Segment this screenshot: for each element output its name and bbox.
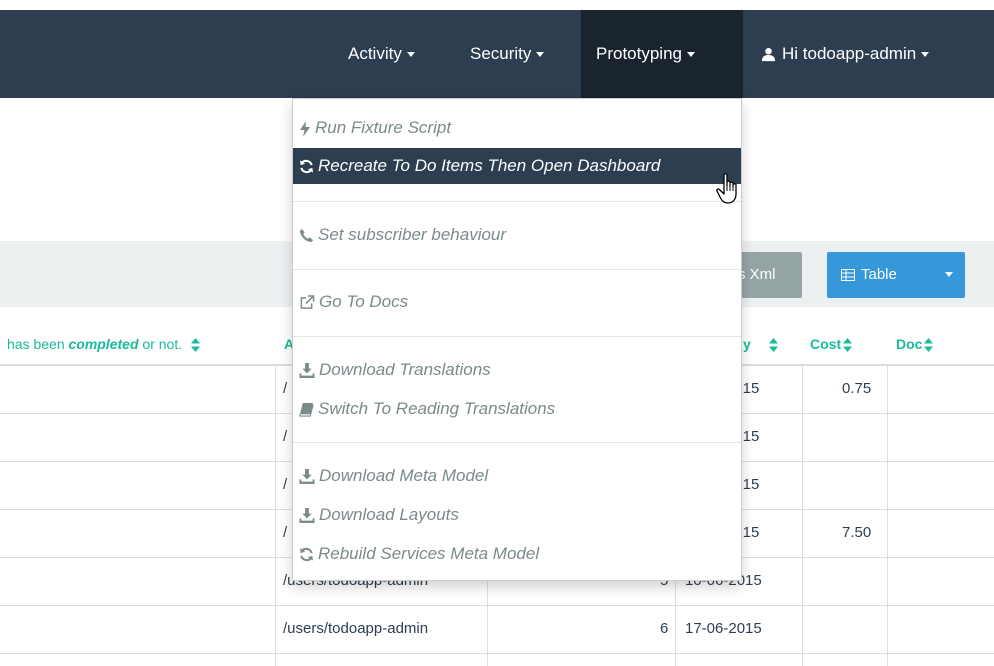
chevron-down-icon bbox=[921, 52, 930, 58]
cell-cost: 7.50 bbox=[842, 524, 872, 541]
menu-item-switch-to-reading-translations[interactable]: Switch To Reading Translations bbox=[293, 391, 741, 427]
cell-seq: 6 bbox=[660, 620, 669, 637]
sort-icon bbox=[924, 338, 934, 353]
column-header-complete[interactable]: has been completed or not. bbox=[7, 336, 200, 353]
bolt-icon bbox=[300, 120, 310, 137]
menu-item-label: Go To Docs bbox=[319, 292, 409, 311]
menu-divider bbox=[293, 269, 741, 270]
menu-item-label: Download Translations bbox=[319, 360, 491, 379]
nav-user-label: Hi todoapp-admin bbox=[782, 44, 917, 63]
menu-item-recreate-todo-items[interactable]: Recreate To Do Items Then Open Dashboard bbox=[293, 148, 741, 184]
chevron-down-icon bbox=[687, 52, 695, 58]
cell-atpath: / bbox=[283, 428, 288, 445]
cell-cost: 0.75 bbox=[842, 380, 872, 397]
menu-item-label: Run Fixture Script bbox=[315, 118, 452, 137]
sort-icon bbox=[191, 338, 200, 353]
menu-divider bbox=[293, 336, 741, 337]
cell-atpath: /users/todoapp-admin bbox=[283, 620, 429, 637]
cell-date: 17-06-2015 bbox=[685, 620, 762, 637]
table-view-label: Table bbox=[861, 266, 897, 283]
chevron-down-icon bbox=[406, 52, 415, 58]
menu-item-go-to-docs[interactable]: Go To Docs bbox=[293, 284, 741, 320]
header-complete-em: completed bbox=[68, 336, 139, 352]
nav-prototyping-label: Prototyping bbox=[596, 44, 682, 63]
external-link-icon bbox=[300, 295, 315, 309]
chevron-down-icon bbox=[536, 52, 545, 58]
menu-item-label: Download Layouts bbox=[319, 505, 459, 524]
menu-item-label: Rebuild Services Meta Model bbox=[318, 544, 540, 563]
download-icon bbox=[299, 469, 315, 485]
book-icon bbox=[299, 402, 314, 417]
top-strip bbox=[0, 0, 994, 10]
user-icon bbox=[761, 47, 776, 62]
navbar: Activity Security Prototyping Hi todoapp… bbox=[0, 10, 994, 98]
column-divider bbox=[802, 366, 803, 666]
column-divider bbox=[887, 366, 888, 666]
table-view-content: Table bbox=[841, 252, 897, 298]
nav-security-label: Security bbox=[470, 44, 532, 63]
menu-item-rebuild-services-meta-model[interactable]: Rebuild Services Meta Model bbox=[293, 536, 741, 572]
menu-item-download-translations[interactable]: Download Translations bbox=[293, 352, 741, 388]
menu-item-label: Set subscriber behaviour bbox=[318, 225, 507, 244]
menu-item-run-fixture-script[interactable]: Run Fixture Script bbox=[293, 110, 741, 146]
cell-atpath: / bbox=[283, 380, 288, 397]
column-divider bbox=[275, 366, 276, 666]
nav-user[interactable]: Hi todoapp-admin bbox=[761, 10, 930, 98]
header-cost-label: Cost bbox=[810, 336, 842, 352]
phone-icon bbox=[299, 228, 314, 243]
hand-cursor-icon bbox=[716, 173, 737, 204]
download-icon bbox=[299, 508, 315, 524]
cell-atpath: / bbox=[283, 524, 288, 541]
menu-item-set-subscriber-behaviour[interactable]: Set subscriber behaviour bbox=[293, 217, 741, 253]
header-complete-suffix: or not. bbox=[138, 336, 183, 352]
download-xml-label: s Xml bbox=[738, 266, 776, 283]
menu-divider bbox=[293, 442, 741, 443]
prototyping-dropdown-menu: Run Fixture Script Recreate To Do Items … bbox=[292, 98, 742, 581]
nav-activity-label: Activity bbox=[348, 44, 402, 63]
cell-atpath: / bbox=[283, 476, 288, 493]
menu-item-download-meta-model[interactable]: Download Meta Model bbox=[293, 458, 741, 494]
sort-icon bbox=[768, 338, 778, 353]
menu-item-download-layouts[interactable]: Download Layouts bbox=[293, 497, 741, 533]
nav-security[interactable]: Security bbox=[470, 10, 545, 98]
column-header-duedate[interactable]: y bbox=[743, 336, 778, 353]
table-row[interactable]: /users/todoapp-admin 6 17-06-2015 bbox=[0, 606, 994, 654]
header-doc-label: Doc bbox=[896, 336, 923, 352]
menu-divider bbox=[293, 201, 741, 202]
table-icon bbox=[841, 269, 855, 282]
header-duedate-label: y bbox=[743, 336, 751, 352]
download-icon bbox=[299, 363, 315, 379]
refresh-icon bbox=[299, 159, 314, 174]
menu-item-label: Switch To Reading Translations bbox=[318, 399, 556, 418]
refresh-icon bbox=[299, 547, 314, 562]
nav-prototyping[interactable]: Prototyping bbox=[581, 10, 743, 98]
menu-item-label: Recreate To Do Items Then Open Dashboard bbox=[318, 156, 661, 175]
column-header-cost[interactable]: Cost bbox=[810, 336, 853, 353]
header-complete-prefix: has been bbox=[7, 336, 69, 352]
table-view-button[interactable]: Table bbox=[827, 252, 965, 298]
chevron-down-icon[interactable] bbox=[945, 272, 953, 277]
menu-item-label: Download Meta Model bbox=[319, 466, 489, 485]
sort-icon bbox=[843, 338, 853, 353]
column-header-doc[interactable]: Doc bbox=[896, 336, 934, 353]
nav-activity[interactable]: Activity bbox=[348, 10, 415, 98]
